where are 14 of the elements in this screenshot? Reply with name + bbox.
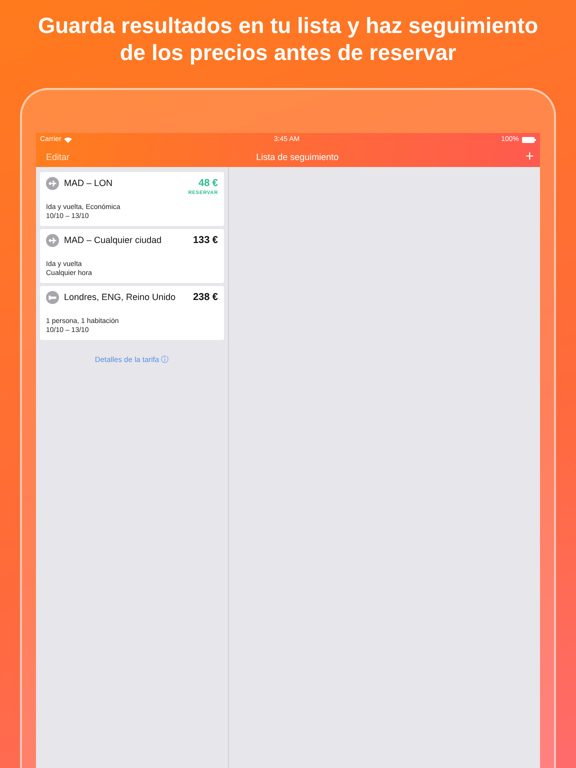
plane-icon: [46, 234, 59, 247]
price-label: 133 €: [192, 234, 218, 247]
edit-button[interactable]: Editar: [46, 152, 70, 162]
headline: Guarda resultados en tu lista y haz seguimiento de los precios antes de reservar: [38, 12, 538, 67]
plane-icon: [46, 177, 59, 190]
wifi-icon: [64, 136, 72, 142]
add-button[interactable]: +: [525, 149, 534, 164]
battery-icon: [522, 136, 536, 142]
price-label: 48 €: [198, 177, 218, 190]
nav-title: Lista de seguimiento: [255, 152, 340, 162]
card-title: MAD – Cualquier ciudad: [64, 234, 163, 247]
price-label: 238 €: [192, 291, 218, 304]
card-title: MAD – LON: [64, 177, 114, 190]
card-title: Londres, ENG, Reino Unido: [64, 291, 177, 304]
